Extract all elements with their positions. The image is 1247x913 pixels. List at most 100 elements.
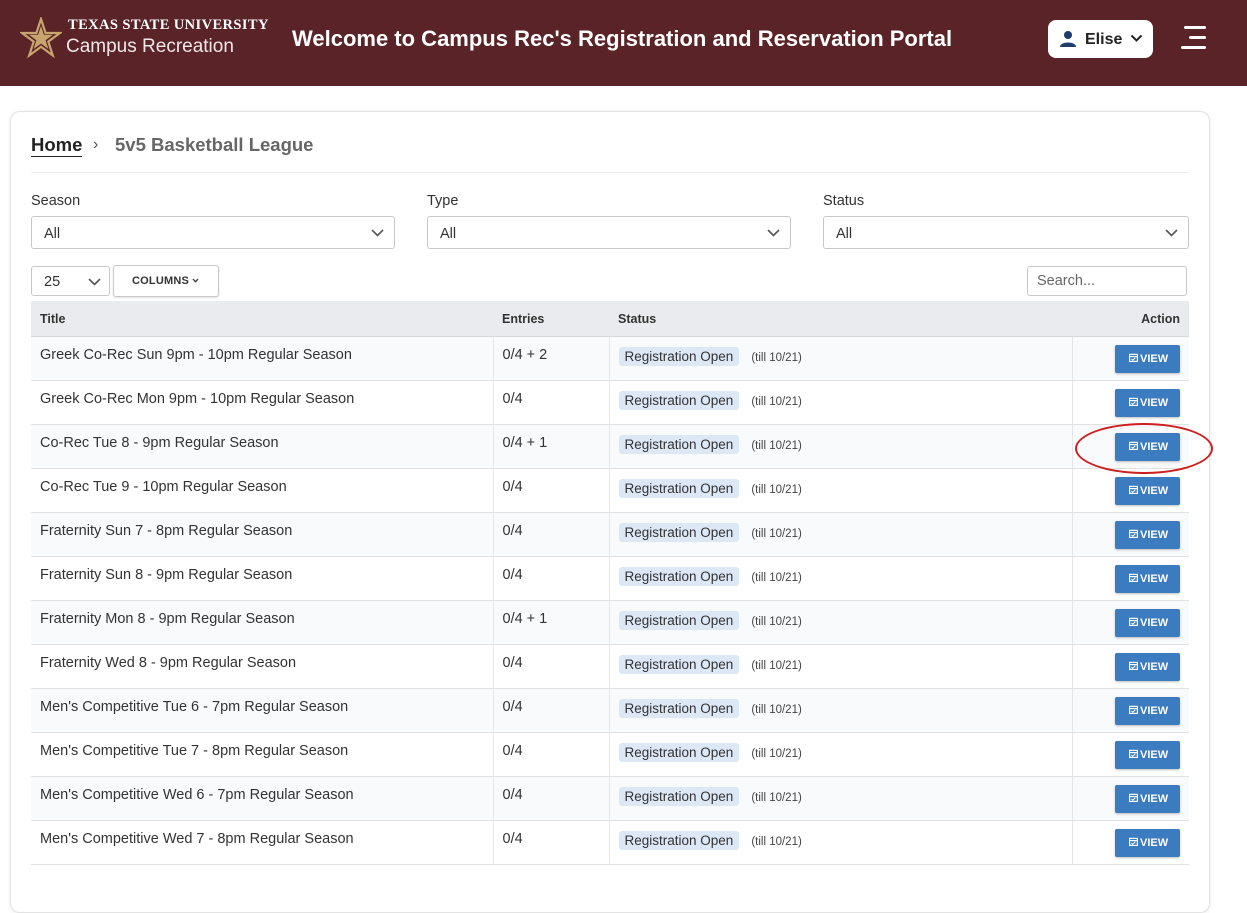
column-header-status[interactable]: Status [609, 301, 1072, 337]
row-title: Men's Competitive Tue 7 - 8pm Regular Se… [31, 732, 493, 777]
row-action-cell: VIEW [1071, 776, 1189, 821]
row-action-cell: VIEW [1071, 424, 1189, 469]
view-button-label: VIEW [1140, 837, 1169, 849]
season-select[interactable]: All [31, 216, 395, 249]
row-entries: 0/4 [492, 468, 609, 513]
table-row: Fraternity Mon 8 - 9pm Regular Season 0/4… [31, 600, 1189, 645]
season-filter-label: Season [31, 193, 81, 209]
row-entries: 0/4 [492, 820, 609, 865]
view-button[interactable]: VIEW [1115, 785, 1180, 813]
row-title: Fraternity Wed 8 - 9pm Regular Season [31, 644, 493, 689]
chevron-down-icon [192, 278, 199, 283]
view-button[interactable]: VIEW [1115, 697, 1180, 725]
row-status-cell: Registration Open (till 10/21) [608, 820, 1072, 865]
view-button[interactable]: VIEW [1115, 829, 1180, 857]
registration-deadline: (till 10/21) [751, 396, 802, 408]
columns-button[interactable]: COLUMNS [113, 265, 219, 297]
row-title: Fraternity Sun 7 - 8pm Regular Season [31, 512, 493, 557]
registration-deadline: (till 10/21) [751, 836, 802, 848]
calendar-icon [1129, 793, 1138, 802]
row-status-cell: Registration Open (till 10/21) [608, 468, 1072, 513]
row-action-cell: VIEW [1071, 336, 1189, 381]
table-row: Men's Competitive Wed 7 - 8pm Regular Se… [31, 820, 1189, 865]
row-action-cell: VIEW [1071, 688, 1189, 733]
status-badge: Registration Open [618, 347, 740, 366]
column-header-title[interactable]: Title [31, 301, 493, 337]
row-action-cell: VIEW [1071, 380, 1189, 425]
view-button[interactable]: VIEW [1115, 741, 1180, 769]
view-button[interactable]: VIEW [1115, 345, 1180, 373]
row-status-cell: Registration Open (till 10/21) [608, 776, 1072, 821]
row-action-cell: VIEW [1071, 556, 1189, 601]
table-row: Men's Competitive Wed 6 - 7pm Regular Se… [31, 776, 1189, 821]
status-badge: Registration Open [618, 391, 740, 410]
view-button-label: VIEW [1140, 617, 1169, 629]
status-filter-label: Status [823, 193, 865, 209]
row-action-cell: VIEW [1071, 820, 1189, 865]
row-action-cell: VIEW [1071, 512, 1189, 557]
row-entries: 0/4 [492, 776, 609, 821]
table-row: Fraternity Sun 8 - 9pm Regular Season 0/4… [31, 556, 1189, 601]
type-filter-label: Type [427, 193, 459, 209]
view-button[interactable]: VIEW [1115, 521, 1180, 549]
top-header: TEXAS STATE UNIVERSITY Campus Recreation… [0, 0, 1247, 86]
row-entries: 0/4 [492, 556, 609, 601]
row-title: Fraternity Sun 8 - 9pm Regular Season [31, 556, 493, 601]
status-badge: Registration Open [618, 567, 740, 586]
status-select[interactable]: All [823, 216, 1189, 249]
registration-deadline: (till 10/21) [751, 748, 802, 760]
user-menu-button[interactable]: Elise [1048, 20, 1153, 58]
row-title: Men's Competitive Wed 6 - 7pm Regular Se… [31, 776, 493, 821]
chevron-down-icon [88, 278, 101, 286]
calendar-icon [1129, 397, 1138, 406]
league-table: Title Entries Status Action Greek Co-Rec… [31, 301, 1189, 865]
registration-deadline: (till 10/21) [751, 616, 802, 628]
table-row: Greek Co-Rec Mon 9pm - 10pm Regular Seas… [31, 380, 1189, 425]
type-select-value: All [440, 226, 457, 242]
breadcrumb-current: 5v5 Basketball League [115, 134, 314, 155]
registration-deadline: (till 10/21) [751, 528, 802, 540]
view-button-label: VIEW [1140, 529, 1169, 541]
hamburger-menu-icon[interactable] [1181, 25, 1207, 49]
calendar-icon [1129, 485, 1138, 494]
breadcrumb-home-link[interactable]: Home [31, 134, 83, 157]
row-status-cell: Registration Open (till 10/21) [608, 732, 1072, 777]
table-row: Fraternity Wed 8 - 9pm Regular Season 0/4… [31, 644, 1189, 689]
row-status-cell: Registration Open (till 10/21) [608, 336, 1072, 381]
page-size-value: 25 [44, 274, 61, 290]
table-row: Co-Rec Tue 8 - 9pm Regular Season 0/4 + 1… [31, 424, 1189, 469]
row-status-cell: Registration Open (till 10/21) [608, 556, 1072, 601]
registration-deadline: (till 10/21) [751, 792, 802, 804]
row-entries: 0/4 [492, 512, 609, 557]
row-entries: 0/4 + 1 [492, 424, 609, 469]
view-button[interactable]: VIEW [1115, 433, 1180, 461]
view-button[interactable]: VIEW [1115, 609, 1180, 637]
view-button[interactable]: VIEW [1115, 565, 1180, 593]
column-header-entries[interactable]: Entries [493, 301, 609, 337]
page-size-select[interactable]: 25 [31, 266, 110, 296]
row-action-cell: VIEW [1071, 600, 1189, 645]
row-entries: 0/4 + 2 [492, 336, 609, 381]
calendar-icon [1129, 661, 1138, 670]
column-header-action: Action [1072, 301, 1189, 337]
status-badge: Registration Open [618, 523, 740, 542]
department-name: Campus Recreation [66, 36, 234, 57]
view-button[interactable]: VIEW [1115, 389, 1180, 417]
view-button-label: VIEW [1140, 353, 1169, 365]
view-button[interactable]: VIEW [1115, 477, 1180, 505]
season-select-value: All [44, 226, 61, 242]
calendar-icon [1129, 617, 1138, 626]
calendar-icon [1129, 749, 1138, 758]
view-button-label: VIEW [1140, 793, 1169, 805]
table-row: Fraternity Sun 7 - 8pm Regular Season 0/4… [31, 512, 1189, 557]
view-button[interactable]: VIEW [1115, 653, 1180, 681]
row-entries: 0/4 + 1 [492, 600, 609, 645]
table-row: Men's Competitive Tue 7 - 8pm Regular Se… [31, 732, 1189, 777]
status-badge: Registration Open [618, 831, 740, 850]
status-badge: Registration Open [618, 743, 740, 762]
status-select-value: All [836, 226, 853, 242]
status-badge: Registration Open [618, 699, 740, 718]
table-row: Greek Co-Rec Sun 9pm - 10pm Regular Seas… [31, 336, 1189, 381]
search-input[interactable] [1027, 266, 1187, 296]
type-select[interactable]: All [427, 216, 791, 249]
